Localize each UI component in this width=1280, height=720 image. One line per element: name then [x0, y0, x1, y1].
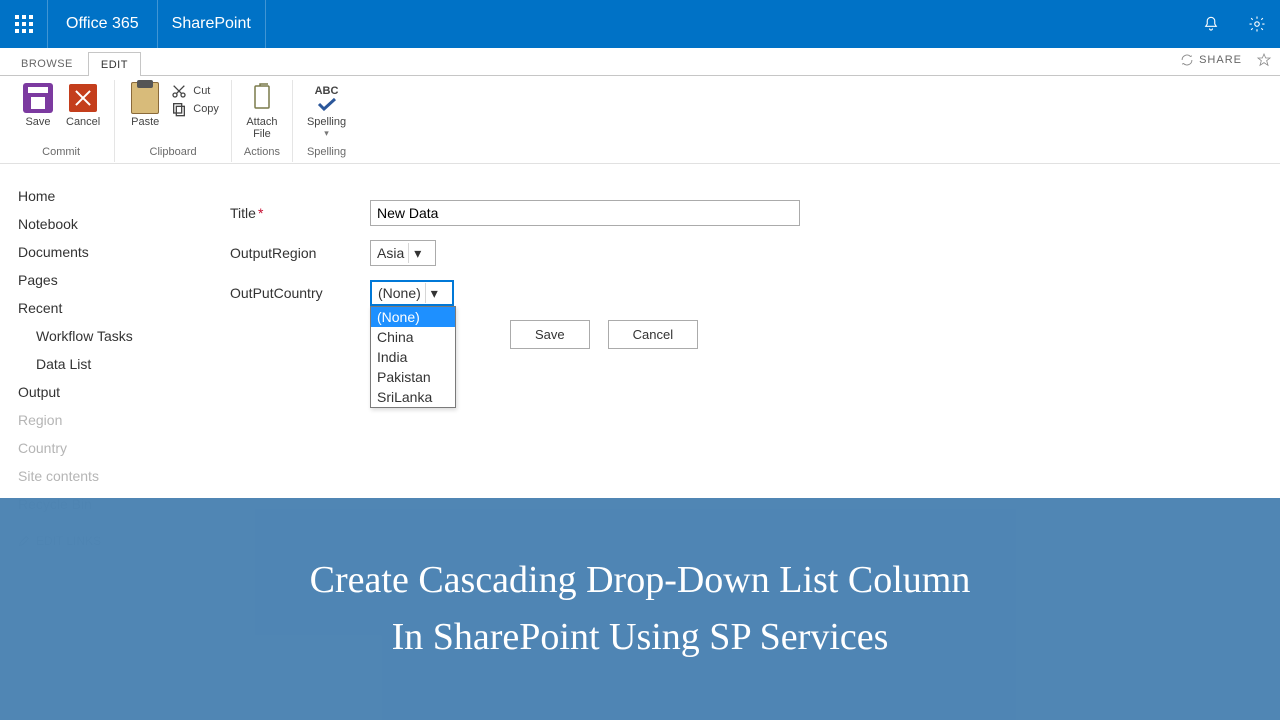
dropdown-option[interactable]: China — [371, 327, 455, 347]
sync-button[interactable]: SHARE — [1180, 53, 1242, 67]
caption-line2: In SharePoint Using SP Services — [392, 609, 889, 666]
title-input[interactable] — [370, 200, 800, 226]
save-label: Save — [25, 116, 50, 128]
region-selected: Asia — [377, 245, 404, 261]
cut-button[interactable]: Cut — [167, 82, 223, 100]
group-spelling-label: Spelling — [307, 146, 346, 160]
brand-office365[interactable]: Office 365 — [48, 0, 158, 48]
dropdown-option[interactable]: India — [371, 347, 455, 367]
attach-file-button[interactable]: Attach File — [240, 80, 284, 142]
paste-label: Paste — [131, 116, 159, 128]
dropdown-option[interactable]: (None) — [371, 307, 455, 327]
brand-app[interactable]: SharePoint — [158, 0, 266, 48]
save-button[interactable]: Save — [16, 80, 60, 130]
tab-edit[interactable]: EDIT — [88, 52, 141, 76]
spelling-icon: ABC — [311, 82, 343, 114]
cut-label: Cut — [193, 85, 210, 97]
copy-icon — [171, 101, 189, 117]
nav-item[interactable]: Home — [18, 182, 192, 210]
nav-item[interactable]: Site contents — [18, 462, 192, 490]
country-selected: (None) — [378, 285, 421, 301]
nav-item[interactable]: Country — [18, 434, 192, 462]
dropdown-option[interactable]: Pakistan — [371, 367, 455, 387]
cancel-button[interactable]: Cancel — [60, 80, 106, 130]
save-icon — [23, 83, 53, 113]
attach-label: Attach File — [246, 116, 277, 140]
share-label: SHARE — [1199, 54, 1242, 66]
cancel-icon — [69, 84, 97, 112]
spelling-label: Spelling — [307, 116, 346, 128]
group-commit-label: Commit — [42, 146, 80, 160]
caption-line1: Create Cascading Drop-Down List Column — [310, 552, 971, 609]
spelling-caret: ▾ — [324, 128, 329, 139]
country-label: OutPutCountry — [230, 285, 370, 301]
nav-item[interactable]: Recent — [18, 294, 192, 322]
group-actions-label: Actions — [244, 146, 280, 160]
country-select[interactable]: (None) ▾ — [370, 280, 454, 306]
form-save-button[interactable]: Save — [510, 320, 590, 349]
suite-bar: Office 365 SharePoint — [0, 0, 1280, 48]
nav-item[interactable]: Data List — [18, 350, 192, 378]
ribbon-tabs: BROWSE EDIT SHARE — [0, 48, 1280, 76]
app-launcher-icon[interactable] — [0, 0, 48, 48]
nav-item[interactable]: Notebook — [18, 210, 192, 238]
copy-button[interactable]: Copy — [167, 100, 223, 118]
nav-item[interactable]: Output — [18, 378, 192, 406]
caption-overlay: Create Cascading Drop-Down List Column I… — [0, 498, 1280, 720]
nav-item[interactable]: Documents — [18, 238, 192, 266]
nav-item[interactable]: Pages — [18, 266, 192, 294]
cancel-label: Cancel — [66, 116, 100, 128]
nav-item[interactable]: Region — [18, 406, 192, 434]
spelling-button[interactable]: ABC Spelling ▾ — [301, 80, 352, 141]
attach-icon — [246, 82, 278, 114]
ribbon: Save Cancel Commit Paste Cut — [0, 76, 1280, 164]
region-select[interactable]: Asia ▾ — [370, 240, 436, 266]
spelling-abc: ABC — [315, 85, 339, 97]
form-cancel-button[interactable]: Cancel — [608, 320, 698, 349]
nav-item[interactable]: Workflow Tasks — [18, 322, 192, 350]
settings-icon[interactable] — [1234, 0, 1280, 48]
cut-icon — [171, 83, 189, 99]
chevron-down-icon: ▾ — [408, 243, 426, 263]
chevron-down-icon: ▾ — [425, 283, 443, 303]
title-label: Title* — [230, 205, 370, 221]
group-clipboard-label: Clipboard — [150, 146, 197, 160]
tab-browse[interactable]: BROWSE — [8, 51, 86, 75]
region-label: OutputRegion — [230, 245, 370, 261]
dropdown-option[interactable]: SriLanka — [371, 387, 455, 407]
title-label-text: Title — [230, 205, 256, 221]
copy-label: Copy — [193, 103, 219, 115]
paste-button[interactable]: Paste — [123, 80, 167, 130]
paste-icon — [131, 82, 159, 114]
notifications-icon[interactable] — [1188, 0, 1234, 48]
country-dropdown[interactable]: (None)ChinaIndiaPakistanSriLanka — [370, 306, 456, 408]
follow-star-icon[interactable] — [1256, 52, 1272, 68]
